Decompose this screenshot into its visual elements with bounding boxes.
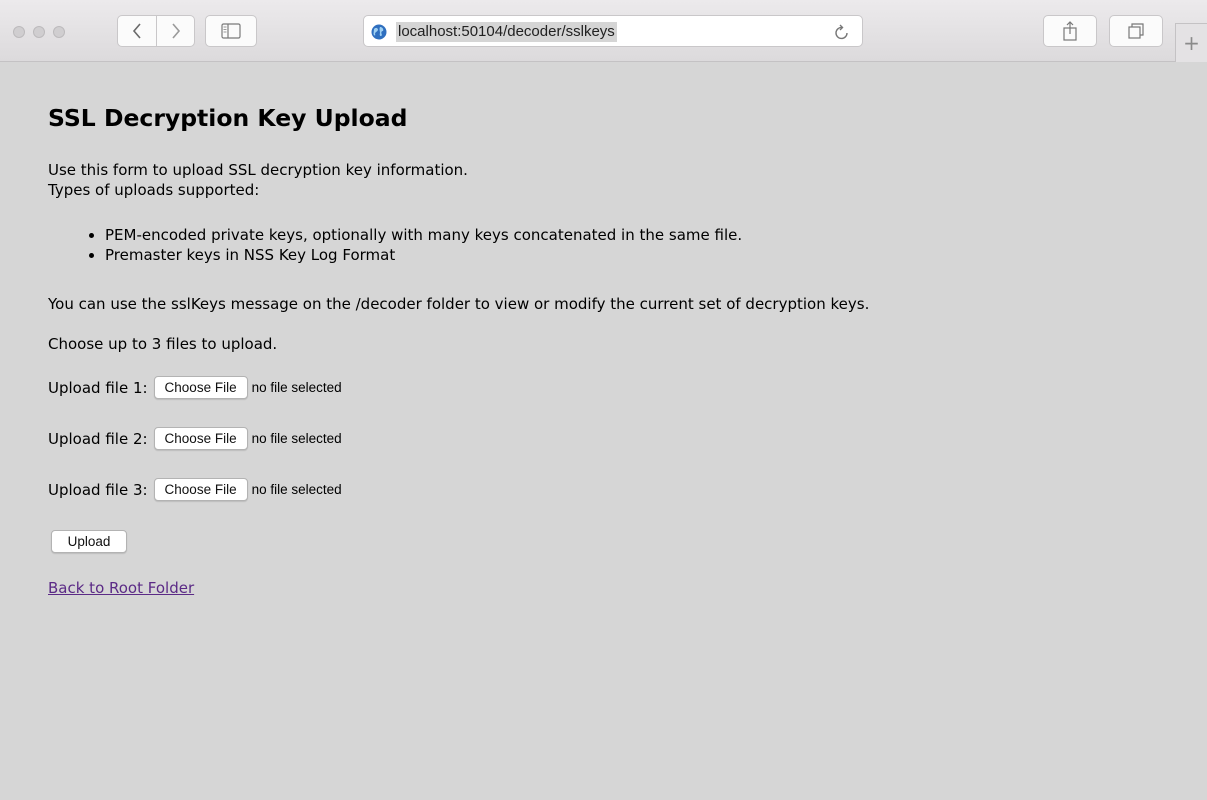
info-text: You can use the sslKeys message on the /… (48, 295, 870, 313)
forward-button[interactable] (156, 16, 194, 46)
back-button[interactable] (118, 16, 156, 46)
upload-types-list: PEM-encoded private keys, optionally wit… (48, 225, 742, 265)
back-to-root-link[interactable]: Back to Root Folder (48, 579, 194, 597)
globe-icon (371, 24, 387, 40)
file-status: no file selected (251, 431, 342, 446)
tabs-overview-icon (1128, 23, 1144, 39)
list-item: PEM-encoded private keys, optionally wit… (105, 225, 742, 245)
chevron-right-icon (171, 23, 180, 39)
address-bar[interactable]: localhost:50104/decoder/sslkeys (363, 15, 863, 47)
sidebar-icon (221, 23, 241, 39)
sidebar-toggle-button[interactable] (205, 15, 257, 47)
upload-file-row-3: Upload file 3: Choose File no file selec… (48, 478, 342, 501)
upload-file-label: Upload file 1: (48, 378, 148, 397)
types-heading: Types of uploads supported: (48, 181, 260, 199)
share-icon (1063, 21, 1077, 41)
file-status: no file selected (251, 380, 342, 395)
list-item: Premaster keys in NSS Key Log Format (105, 245, 742, 265)
url-text[interactable]: localhost:50104/decoder/sslkeys (396, 22, 617, 42)
upload-button[interactable]: Upload (51, 530, 127, 553)
upload-file-row-1: Upload file 1: Choose File no file selec… (48, 376, 342, 399)
navigation-buttons (117, 15, 195, 47)
upload-file-row-2: Upload file 2: Choose File no file selec… (48, 427, 342, 450)
reload-icon[interactable] (834, 23, 850, 41)
upload-file-label: Upload file 3: (48, 480, 148, 499)
minimize-window-button[interactable] (33, 26, 45, 38)
choose-file-button-3[interactable]: Choose File (153, 478, 248, 501)
close-window-button[interactable] (13, 26, 25, 38)
choose-file-button-2[interactable]: Choose File (153, 427, 248, 450)
new-tab-button[interactable]: + (1175, 23, 1207, 62)
share-button[interactable] (1043, 15, 1097, 47)
chevron-left-icon (132, 23, 141, 39)
show-tabs-button[interactable] (1109, 15, 1163, 47)
intro-text: Use this form to upload SSL decryption k… (48, 161, 468, 179)
file-status: no file selected (251, 482, 342, 497)
page-title: SSL Decryption Key Upload (48, 104, 408, 132)
window-controls (13, 26, 65, 38)
browser-toolbar: localhost:50104/decoder/sslkeys + (0, 0, 1207, 62)
upload-file-label: Upload file 2: (48, 429, 148, 448)
choose-instructions: Choose up to 3 files to upload. (48, 335, 278, 353)
choose-file-button-1[interactable]: Choose File (153, 376, 248, 399)
zoom-window-button[interactable] (53, 26, 65, 38)
